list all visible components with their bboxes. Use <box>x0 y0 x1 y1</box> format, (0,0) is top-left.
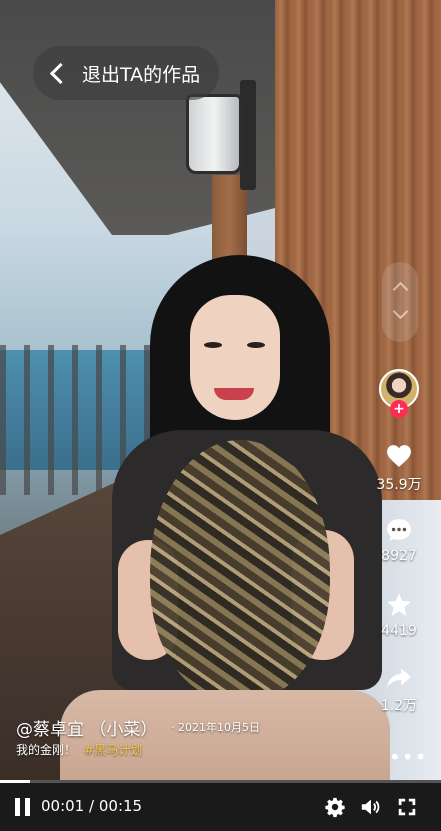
share-icon <box>387 668 411 688</box>
fullscreen-icon[interactable] <box>396 796 418 818</box>
video-turtle <box>150 440 330 700</box>
like-count: 35.9万 <box>376 477 422 493</box>
pause-icon <box>15 798 20 816</box>
pause-button[interactable] <box>14 798 32 816</box>
time-display: 00:01 / 00:15 <box>41 797 142 815</box>
video-scene-lamp-arm <box>240 80 256 190</box>
follow-button[interactable]: + <box>390 400 408 418</box>
video-player-page: 退出TA的作品 + 35.9万 8927 4419 1.2万 ••• @蔡卓宜 … <box>0 0 441 831</box>
video-person-eye-left <box>204 342 222 348</box>
video-caption: 我的金刚！ #黑马计划 <box>16 741 142 758</box>
exit-works-label: 退出TA的作品 <box>82 63 201 86</box>
player-controls: 00:01 / 00:15 <box>0 783 441 831</box>
heart-icon <box>387 445 411 467</box>
comment-icon <box>387 519 411 541</box>
hashtag-link[interactable]: #黑马计划 <box>84 743 142 757</box>
video-frame[interactable] <box>0 0 441 780</box>
video-person-eye-right <box>247 342 265 348</box>
caption-text: 我的金刚！ <box>16 743 77 757</box>
exit-works-button[interactable]: 退出TA的作品 <box>33 46 219 100</box>
duration: 00:15 <box>98 797 143 815</box>
comment-count: 8927 <box>381 548 417 564</box>
settings-gear-icon[interactable] <box>324 796 346 818</box>
star-icon <box>387 593 411 616</box>
current-time: 00:01 <box>41 797 85 815</box>
favorite-count: 4419 <box>381 623 417 639</box>
video-switch-control[interactable] <box>382 262 418 342</box>
chevron-up-icon[interactable] <box>392 281 409 298</box>
comment-button[interactable]: 8927 <box>369 518 429 564</box>
chevron-down-icon[interactable] <box>392 303 409 320</box>
video-person-mouth <box>214 388 254 400</box>
time-separator: / <box>89 797 95 815</box>
author-name[interactable]: @蔡卓宜 （小菜） <box>16 715 157 740</box>
share-button[interactable]: 1.2万 <box>369 667 429 715</box>
like-button[interactable]: 35.9万 <box>369 444 429 494</box>
share-count: 1.2万 <box>380 698 418 714</box>
post-date: · 2021年10月5日 <box>171 721 260 734</box>
more-options-icon[interactable]: ••• <box>389 745 427 769</box>
volume-icon[interactable] <box>360 796 382 818</box>
favorite-button[interactable]: 4419 <box>369 592 429 639</box>
chevron-left-icon <box>49 62 72 84</box>
video-scene-lamp <box>186 94 242 174</box>
video-person-face <box>190 295 280 420</box>
